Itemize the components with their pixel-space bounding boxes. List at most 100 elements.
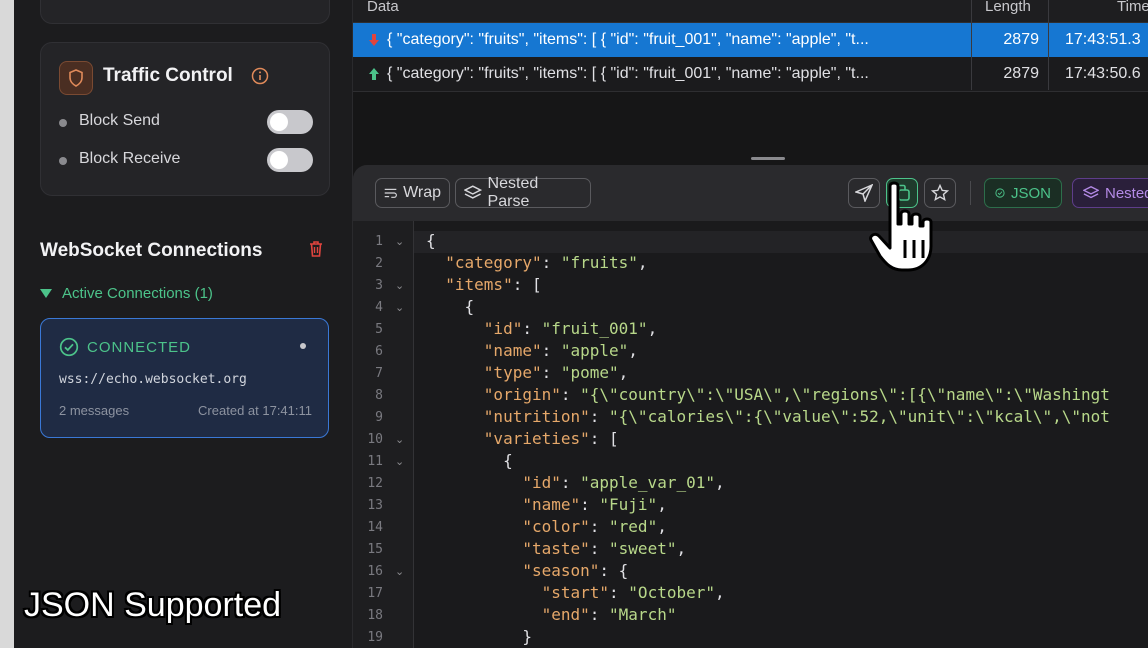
table-row[interactable]: { "category": "fruits", "items": [ { "id…	[353, 57, 1148, 92]
connection-card[interactable]: CONNECTED wss://echo.websocket.org 2 mes…	[40, 318, 329, 438]
line-number: 4	[375, 300, 383, 315]
line-number: 12	[367, 476, 383, 491]
connection-status: CONNECTED	[59, 337, 191, 357]
nested-label: Nested	[1105, 184, 1148, 202]
code-line: "start": "October",	[541, 583, 725, 602]
header-length[interactable]: Length	[985, 0, 1031, 15]
header-data[interactable]: Data	[367, 0, 399, 15]
code-line: "color": "red",	[522, 517, 667, 536]
toggle-knob	[270, 113, 288, 131]
block-send-row: Block Send	[59, 110, 313, 136]
info-icon[interactable]	[251, 67, 269, 90]
line-number: 9	[375, 410, 383, 425]
table-row[interactable]: { "category": "fruits", "items": [ { "id…	[353, 23, 1148, 57]
fold-chevron-icon[interactable]: ⌄	[395, 235, 404, 248]
viewer-toolbar: Wrap Nested Parse JSON Nested	[353, 165, 1148, 221]
line-number: 1	[375, 234, 383, 249]
triangle-down-icon	[40, 289, 52, 298]
table-header: Data Length Time	[353, 0, 1148, 23]
fold-chevron-icon[interactable]: ⌄	[395, 455, 404, 468]
line-number: 13	[367, 498, 383, 513]
line-number: 18	[367, 608, 383, 623]
header-time[interactable]: Time	[1117, 0, 1148, 15]
code-line: "id": "fruit_001",	[483, 319, 658, 338]
fold-chevron-icon[interactable]: ⌄	[395, 279, 404, 292]
line-number: 5	[375, 322, 383, 337]
trash-icon[interactable]	[308, 240, 324, 263]
code-line: "type": "pome",	[483, 363, 629, 382]
arrow-up-icon	[369, 68, 379, 80]
sidebar: Traffic Control Block Send Block Receive…	[14, 0, 353, 648]
row-time: 17:43:51.3	[1065, 31, 1141, 48]
code-line: "season": {	[522, 561, 629, 580]
code-line: "end": "March"	[541, 605, 677, 624]
row-data: { "category": "fruits", "items": [ { "id…	[387, 31, 869, 48]
traffic-control-title: Traffic Control	[103, 65, 233, 86]
active-connections-label: Active Connections (1)	[62, 285, 213, 302]
code-line: {	[426, 451, 513, 470]
line-number: 6	[375, 344, 383, 359]
json-format-button[interactable]: JSON	[984, 178, 1062, 208]
code-line: {	[426, 297, 475, 316]
block-send-label: Block Send	[79, 112, 160, 129]
line-number: 10	[367, 432, 383, 447]
line-number: 16	[367, 564, 383, 579]
hand-cursor-icon	[868, 180, 944, 279]
nested-parse-button[interactable]: Nested Parse	[455, 175, 591, 210]
code-line: "taste": "sweet",	[522, 539, 687, 558]
arrow-down-icon	[369, 34, 379, 46]
layers-icon	[1083, 186, 1099, 199]
check-circle-icon	[59, 337, 79, 357]
json-viewer: Wrap Nested Parse JSON Nested 1 ⌄ 2 3 ⌄ …	[353, 165, 1148, 648]
line-number-gutter: 1 ⌄ 2 3 ⌄ 4 ⌄ 5 6 7 8 9 10 ⌄ 11 ⌄ 12 13 14 15 16 ⌄ 17 18 19	[353, 221, 414, 648]
resize-handle[interactable]	[751, 157, 785, 160]
column-divider[interactable]	[1048, 0, 1049, 90]
line-number: 8	[375, 388, 383, 403]
code-line: "name": "Fuji",	[522, 495, 667, 514]
block-send-toggle[interactable]	[267, 110, 313, 134]
toolbar-divider	[970, 181, 971, 205]
nested-format-button[interactable]: Nested	[1072, 178, 1148, 208]
line-number: 11	[367, 454, 383, 469]
wrap-button[interactable]: Wrap	[375, 178, 450, 208]
bullet-icon	[59, 119, 67, 127]
active-connections-toggle[interactable]: Active Connections (1)	[40, 285, 213, 302]
line-number: 3	[375, 278, 383, 293]
connection-url: wss://echo.websocket.org	[59, 372, 247, 387]
wrap-label: Wrap	[403, 184, 441, 201]
block-receive-row: Block Receive	[59, 148, 313, 174]
row-data: { "category": "fruits", "items": [ { "id…	[387, 65, 869, 82]
video-caption: JSON Supported	[24, 586, 282, 624]
shield-icon	[59, 61, 93, 95]
traffic-control-card: Traffic Control Block Send Block Receive	[40, 42, 330, 196]
status-dot-icon	[300, 343, 306, 349]
code-line: "category": "fruits",	[445, 253, 648, 272]
code-line: {	[426, 231, 436, 250]
websocket-connections-title: WebSocket Connections	[40, 240, 263, 261]
line-number: 17	[367, 586, 383, 601]
line-number: 2	[375, 256, 383, 271]
line-number: 15	[367, 542, 383, 557]
fold-chevron-icon[interactable]: ⌄	[395, 301, 404, 314]
message-count: 2 messages	[59, 403, 130, 418]
row-time: 17:43:50.6	[1065, 65, 1141, 82]
main-panel: Data Length Time { "category": "fruits",…	[353, 0, 1148, 648]
code-line: }	[426, 627, 532, 646]
row-length: 2879	[1003, 31, 1039, 48]
connection-status-label: CONNECTED	[87, 338, 192, 356]
json-label: JSON	[1010, 184, 1051, 202]
block-receive-toggle[interactable]	[267, 148, 313, 172]
line-number: 7	[375, 366, 383, 381]
code-editor[interactable]: { "category": "fruits", "items": [ { "id…	[414, 221, 1148, 648]
window-edge	[0, 0, 14, 648]
code-line: "id": "apple_var_01",	[522, 473, 725, 492]
wrap-icon	[384, 188, 397, 198]
line-number: 19	[367, 630, 383, 645]
code-line: "nutrition": "{\"calories\":{\"value\":5…	[483, 407, 1110, 426]
fold-chevron-icon[interactable]: ⌄	[395, 565, 404, 578]
column-divider[interactable]	[971, 0, 972, 90]
bullet-icon	[59, 157, 67, 165]
block-receive-label: Block Receive	[79, 150, 181, 167]
fold-chevron-icon[interactable]: ⌄	[395, 433, 404, 446]
code-line: "varieties": [	[483, 429, 619, 448]
